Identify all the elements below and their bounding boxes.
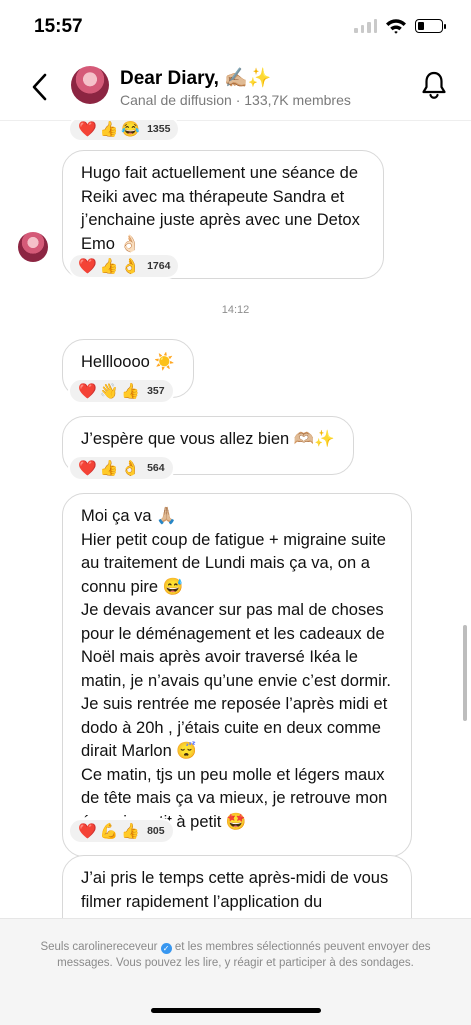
notification-bell-icon[interactable] bbox=[421, 70, 447, 100]
reaction-heart: ❤️ bbox=[78, 460, 97, 477]
reaction-thumbs-up: 👍 bbox=[99, 121, 119, 138]
reaction-thumbs-up: 👍 bbox=[99, 258, 119, 275]
sender-avatar[interactable] bbox=[18, 232, 48, 262]
message-list[interactable]: ❤️ 👍 😂 1355 Hugo fait actuellement une s… bbox=[0, 120, 471, 918]
battery-icon bbox=[415, 19, 446, 33]
channel-header: Dear Diary, ✍🏼✨ Canal de diffusion · 133… bbox=[0, 56, 471, 121]
message-text: Hellloooo ☀️ bbox=[81, 353, 175, 371]
message-text: Hugo fait actuellement une séance de Rei… bbox=[81, 164, 360, 253]
message-text: Moi ça va 🙏🏼 bbox=[81, 507, 177, 525]
message-text: J’ai pris le temps cette après-midi de v… bbox=[81, 869, 389, 911]
footer-text-start: Seuls carolinereceveur bbox=[40, 941, 158, 953]
channel-avatar[interactable] bbox=[71, 66, 109, 104]
reaction-bar[interactable]: ❤️ 👍 👌 1764 bbox=[68, 253, 181, 279]
status-bar: 15:57 bbox=[0, 0, 471, 56]
footer-note: Seuls carolinereceveur ✓ et les membres … bbox=[24, 939, 447, 971]
reaction-bar[interactable]: ❤️ 👋 👍 357 bbox=[68, 378, 175, 404]
reaction-thumbs-up: 👍 bbox=[99, 460, 119, 477]
message-bubble[interactable]: Moi ça va 🙏🏼 Hier petit coup de fatigue … bbox=[62, 493, 412, 857]
reaction-bar[interactable]: ❤️ 💪 👍 805 bbox=[68, 818, 175, 844]
wifi-icon bbox=[386, 19, 406, 34]
status-time: 15:57 bbox=[34, 16, 83, 37]
reaction-flexed-biceps: 💪 bbox=[99, 823, 119, 840]
reaction-heart: ❤️ bbox=[78, 823, 97, 840]
reaction-thumbs-up: 👍 bbox=[121, 383, 141, 400]
reaction-ok-hand: 👌 bbox=[121, 258, 141, 275]
verified-badge-icon: ✓ bbox=[160, 943, 172, 954]
reaction-count: 357 bbox=[147, 385, 165, 397]
channel-subtitle: Canal de diffusion · 133,7K membres bbox=[120, 92, 351, 108]
reaction-count: 1764 bbox=[147, 260, 171, 272]
reaction-heart: ❤️ bbox=[78, 383, 97, 400]
home-indicator[interactable] bbox=[151, 1008, 321, 1013]
scrollbar[interactable] bbox=[463, 625, 467, 721]
message-text: Je devais avancer sur pas mal de choses … bbox=[81, 601, 391, 760]
reaction-waving-hand: 👋 bbox=[99, 383, 119, 400]
message-text: J’espère que vous allez bien 🫶🏼✨ bbox=[81, 430, 335, 448]
reaction-ok-hand: 👌 bbox=[121, 460, 141, 477]
signal-icon bbox=[354, 19, 377, 33]
back-chevron-icon[interactable] bbox=[26, 70, 54, 104]
reaction-heart: ❤️ bbox=[78, 121, 97, 138]
reaction-thumbs-up: 👍 bbox=[121, 823, 141, 840]
reaction-laughing: 😂 bbox=[121, 121, 141, 138]
channel-title[interactable]: Dear Diary, ✍🏼✨ bbox=[120, 66, 272, 90]
message-bubble[interactable]: J’ai pris le temps cette après-midi de v… bbox=[62, 855, 412, 918]
reaction-bar[interactable]: ❤️ 👍 😂 1355 bbox=[68, 120, 181, 142]
timestamp-divider: 14:12 bbox=[221, 304, 250, 316]
reaction-count: 805 bbox=[147, 825, 165, 837]
status-icons bbox=[354, 18, 446, 34]
reaction-count: 564 bbox=[147, 462, 165, 474]
reaction-heart: ❤️ bbox=[78, 258, 97, 275]
reaction-count: 1355 bbox=[147, 123, 171, 135]
message-text: Hier petit coup de fatigue + migraine su… bbox=[81, 530, 386, 596]
reaction-bar[interactable]: ❤️ 👍 👌 564 bbox=[68, 455, 175, 481]
